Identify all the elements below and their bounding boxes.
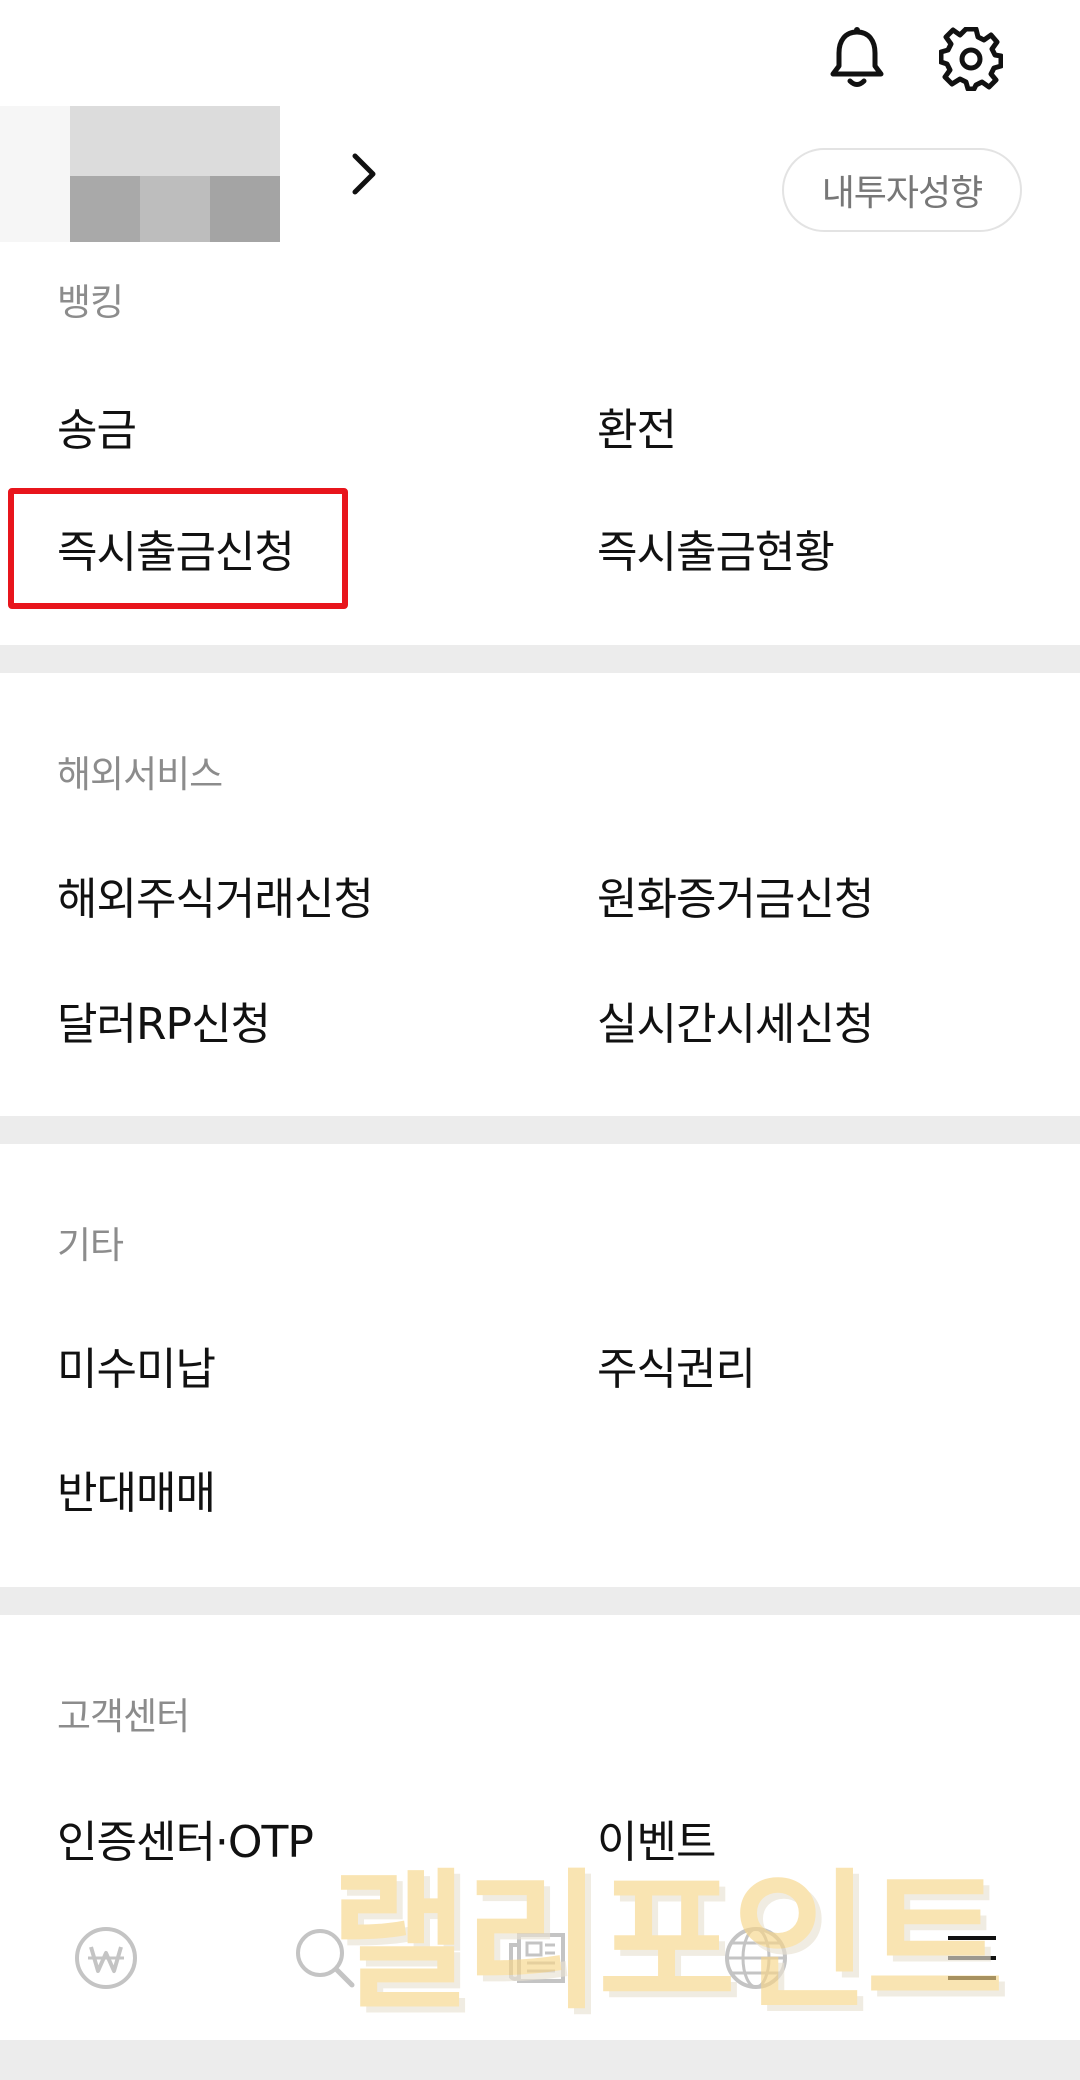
section-label-etc: 기타: [57, 1224, 124, 1267]
section-divider: [0, 1116, 1080, 1144]
menu-item-unpaid[interactable]: 미수미납: [57, 1333, 216, 1397]
bell-icon[interactable]: [822, 24, 892, 94]
section-divider: [0, 1587, 1080, 1615]
section-label-support: 고객센터: [57, 1695, 190, 1738]
section-label-banking: 뱅킹: [57, 281, 124, 324]
investment-profile-button[interactable]: 내투자성향: [782, 148, 1022, 232]
top-bar: [0, 0, 1080, 110]
menu-item-overseas-stock-trading[interactable]: 해외주식거래신청: [57, 863, 374, 927]
menu-item-forced-liquidation[interactable]: 반대매매: [57, 1457, 216, 1521]
profile-row[interactable]: 내투자성향: [0, 106, 1080, 242]
highlight-box: [8, 488, 348, 609]
won-icon[interactable]: [66, 1918, 146, 1998]
section-divider: [0, 645, 1080, 673]
menu-item-remittance[interactable]: 송금: [57, 394, 137, 458]
menu-item-instant-withdrawal-status[interactable]: 즉시출금현황: [597, 516, 835, 580]
gear-icon[interactable]: [936, 24, 1006, 94]
chevron-right-icon[interactable]: [345, 144, 385, 204]
section-label-overseas: 해외서비스: [57, 753, 223, 796]
menu-item-auth-center-otp[interactable]: 인증센터·OTP: [57, 1806, 314, 1870]
menu-item-dollar-rp[interactable]: 달러RP신청: [57, 988, 271, 1052]
menu-item-exchange[interactable]: 환전: [597, 394, 677, 458]
watermark: 랠리포인트: [330, 1856, 1004, 2030]
menu-item-won-margin[interactable]: 원화증거금신청: [597, 863, 874, 927]
menu-item-realtime-quotes[interactable]: 실시간시세신청: [597, 988, 874, 1052]
menu-item-stock-rights[interactable]: 주식권리: [597, 1333, 756, 1397]
bottom-strip: [0, 2040, 1080, 2080]
avatar[interactable]: [0, 106, 280, 242]
